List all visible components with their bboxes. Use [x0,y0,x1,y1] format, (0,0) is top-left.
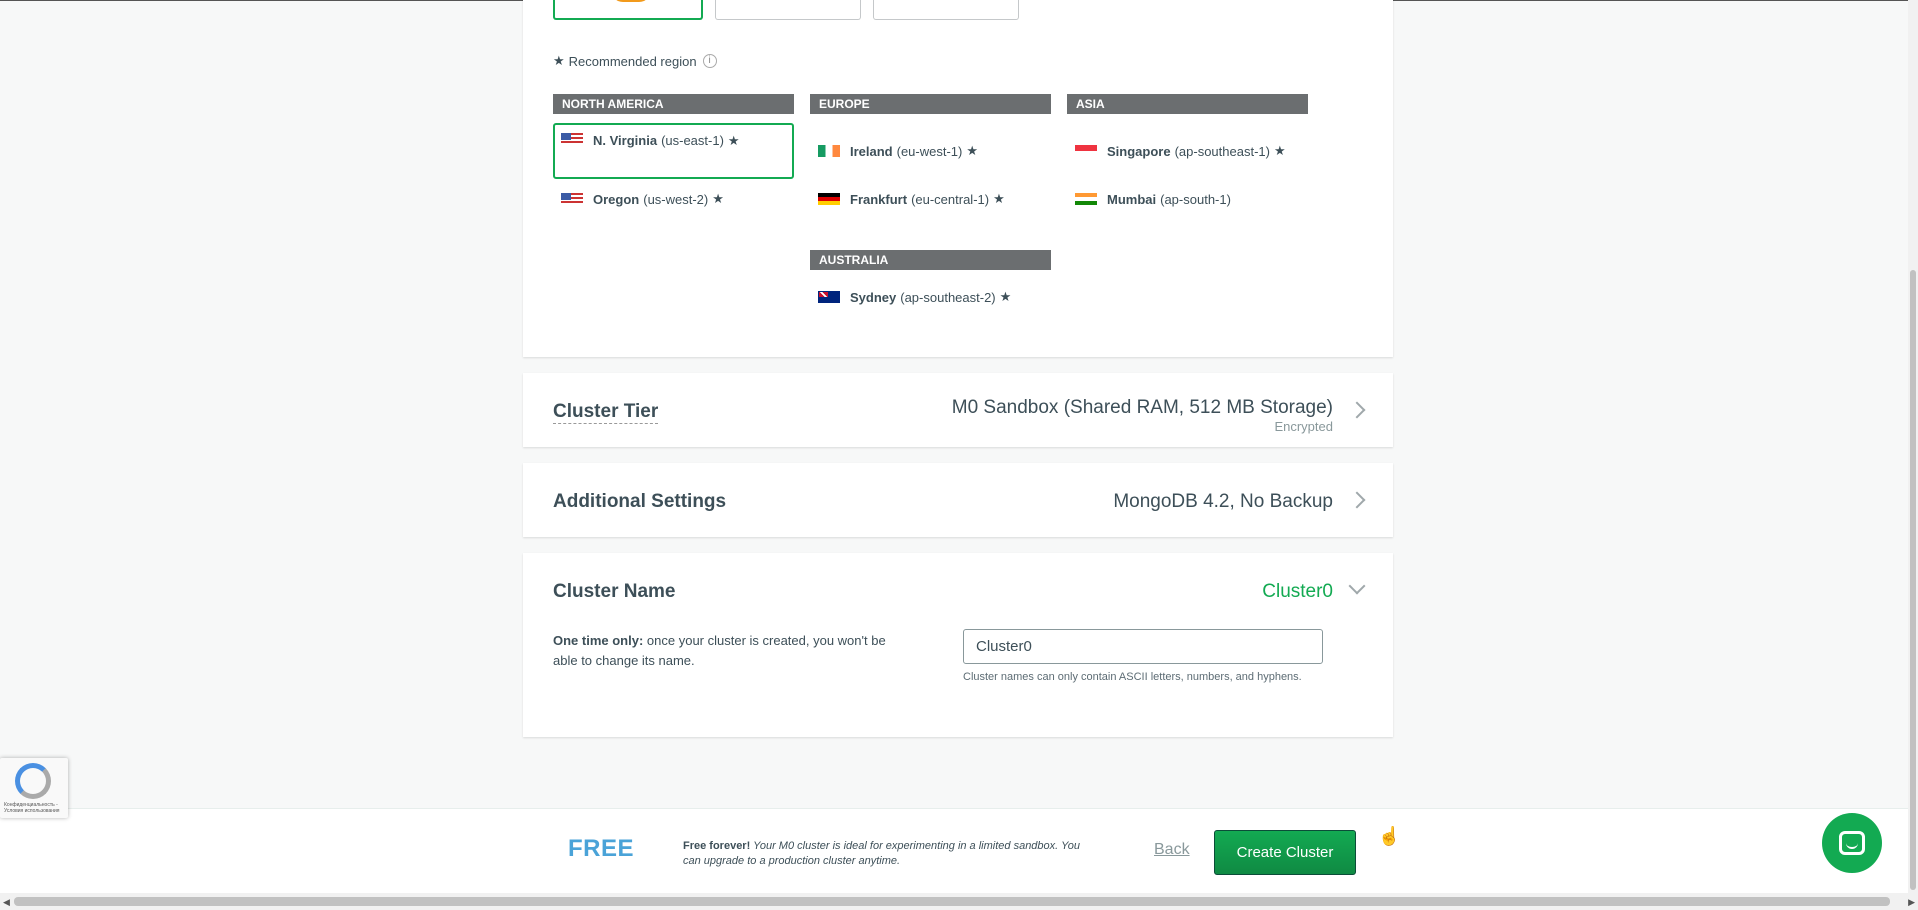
recaptcha-text: Конфиденциальность - Условия использован… [4,802,60,814]
cluster-tier-value: M0 Sandbox (Shared RAM, 512 MB Storage) [951,397,1333,418]
cluster-tier-title: Cluster Tier [553,401,659,424]
chat-icon [1839,831,1865,855]
cluster-name-note: One time only: once your cluster is crea… [553,631,913,671]
free-italic: Your M0 cluster is ideal for experimenti… [750,840,1059,852]
hand-cursor-icon: ☝ [1378,826,1401,846]
horizontal-scrollbar-thumb[interactable] [14,897,1890,906]
recaptcha-icon [15,763,51,799]
region-code: (ap-south-1) [1160,191,1231,207]
region-name: Ireland [850,143,893,159]
recommended-region-legend: ★ Recommended region i [553,53,717,69]
star-icon: ★ [727,133,740,148]
info-icon[interactable]: i [702,54,717,68]
cluster-name-hint: Cluster names can only contain ASCII let… [963,671,1302,683]
provider-azure-button[interactable] [873,0,1019,20]
continent-header-north-america: NORTH AMERICA [553,94,794,114]
recommended-label: Recommended region [568,53,697,69]
region-code: (us-west-2) [643,191,709,207]
star-icon: ★ [712,191,724,206]
region-card: ★ Recommended region i NORTH AMERICA N. … [523,0,1393,357]
continent-header-asia: ASIA [1067,94,1308,114]
region-name: Mumbai [1107,191,1157,207]
continent-header-europe: EUROPE [810,94,1051,114]
continent-header-australia: AUSTRALIA [810,250,1051,270]
region-name: Oregon [593,191,640,207]
region-code: (eu-central-1) [911,191,990,207]
sg-flag-icon [1075,145,1097,157]
cluster-tier-encrypted: Encrypted [1274,419,1333,434]
us-flag-icon [561,133,583,145]
cluster-name-value: Cluster0 [1262,581,1333,602]
region-code: (ap-southeast-1) [1174,143,1270,159]
star-icon: ★ [553,53,565,68]
region-sydney[interactable]: Sydney (ap-southeast-2) ★ [810,269,1051,325]
region-code: (us-east-1) [661,133,724,148]
footer-bar: FREE Free forever! Your M0 cluster is id… [0,808,1908,893]
aws-logo [611,0,651,2]
note-bold: One time only: [553,633,644,648]
create-cluster-button[interactable]: Create Cluster [1214,830,1356,875]
region-oregon[interactable]: Oregon (us-west-2) ★ [553,171,794,227]
scroll-right-arrow-icon[interactable]: ▶ [1908,897,1915,908]
region-frankfurt[interactable]: Frankfurt (eu-central-1) ★ [810,171,1051,227]
region-name: Sydney [850,289,897,305]
recaptcha-badge[interactable]: Конфиденциальность - Условия использован… [0,758,68,818]
region-name: Singapore [1107,143,1171,159]
ie-flag-icon [818,145,840,157]
chevron-down-icon[interactable] [1348,577,1366,595]
cluster-name-section: Cluster Name Cluster0 One time only: onc… [523,553,1393,737]
cluster-name-title: Cluster Name [553,581,676,602]
chevron-right-icon [1348,491,1366,509]
star-icon: ★ [999,289,1012,304]
region-mumbai[interactable]: Mumbai (ap-south-1) [1067,171,1308,227]
additional-settings-title: Additional Settings [553,491,727,512]
us-flag-icon [561,193,583,205]
cluster-name-input[interactable] [963,629,1323,664]
chat-button[interactable] [1822,813,1882,873]
scroll-left-arrow-icon[interactable]: ◀ [3,897,10,908]
star-icon: ★ [1273,143,1286,158]
additional-settings-value: MongoDB 4.2, No Backup [1113,491,1333,512]
star-icon: ★ [993,191,1005,206]
region-name: N. Virginia [593,133,658,148]
de-flag-icon [818,193,840,205]
horizontal-scrollbar[interactable]: ◀ ▶ [0,893,1918,910]
free-label: FREE [568,835,635,862]
vertical-scrollbar-thumb[interactable] [1910,270,1916,890]
provider-gcp-button[interactable] [715,0,861,20]
region-code: (ap-southeast-2) [900,289,996,305]
back-link[interactable]: Back [1154,841,1190,859]
free-bold: Free forever! [683,840,751,852]
vertical-scrollbar[interactable] [1908,0,1918,893]
cluster-tier-row[interactable]: Cluster Tier M0 Sandbox (Shared RAM, 512… [523,373,1393,447]
au-flag-icon [818,291,840,303]
provider-aws-button[interactable] [553,0,703,20]
free-description: Free forever! Your M0 cluster is ideal f… [683,839,1093,869]
region-name: Frankfurt [850,191,908,207]
star-icon: ★ [966,143,979,158]
additional-settings-row[interactable]: Additional Settings MongoDB 4.2, No Back… [523,463,1393,537]
region-code: (eu-west-1) [896,143,963,159]
in-flag-icon [1075,193,1097,205]
chevron-right-icon [1348,401,1366,419]
